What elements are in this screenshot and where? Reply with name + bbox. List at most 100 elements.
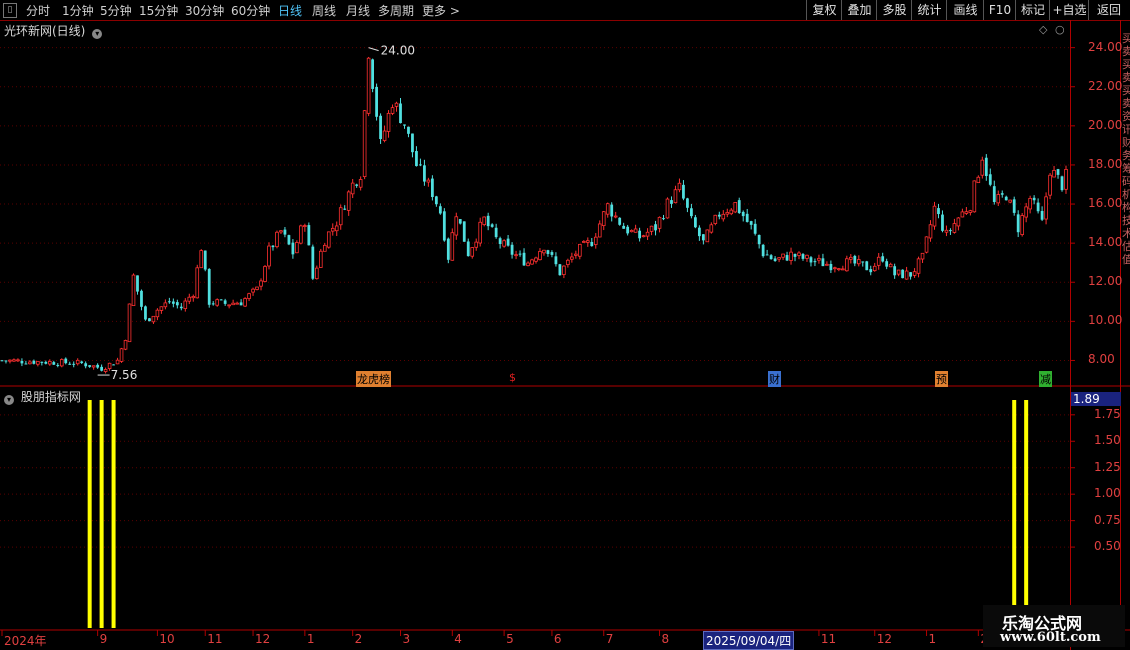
candle-body	[140, 290, 143, 307]
candle-body	[1024, 206, 1028, 218]
candle-body	[75, 359, 80, 365]
indicator-bars	[87, 400, 1029, 628]
candle-body	[861, 261, 865, 263]
candle-body	[578, 243, 582, 257]
candle-body	[28, 361, 32, 365]
candle-body	[538, 250, 542, 261]
candle-body	[148, 318, 151, 322]
event-marker[interactable]: 预	[935, 371, 948, 387]
sidebar-tab-char[interactable]: 值	[1122, 251, 1130, 267]
candle-body	[562, 265, 566, 275]
candle-body	[207, 268, 211, 305]
candle-body	[733, 202, 738, 213]
date-tick-label: 8	[661, 632, 670, 646]
candle-body	[980, 159, 985, 176]
candle-body	[686, 198, 689, 208]
candle-body	[793, 253, 797, 257]
candle-body	[984, 157, 988, 177]
candle-body	[462, 221, 466, 242]
candle-body	[426, 179, 431, 183]
candle-body	[382, 130, 387, 141]
candle-body	[797, 252, 801, 256]
candle-body	[550, 252, 554, 255]
candle-body	[841, 268, 845, 271]
indicator-tick-label: 1.00	[1094, 486, 1121, 501]
candle-body	[112, 364, 115, 366]
candle-body	[450, 232, 455, 261]
candle-body	[534, 257, 538, 262]
candle-body	[287, 235, 291, 245]
candle-body	[586, 240, 590, 243]
candle-body	[530, 259, 534, 265]
candle-body	[1012, 199, 1016, 213]
candle-body	[510, 244, 514, 255]
signal-bar	[87, 400, 92, 628]
indicator-dropdown-icon[interactable]: ▾	[4, 395, 14, 405]
candle-body	[912, 271, 917, 276]
candle-body	[144, 306, 147, 320]
candle-body	[610, 204, 614, 217]
candle-body	[446, 238, 450, 260]
candle-body	[338, 207, 343, 226]
candle-body	[749, 221, 753, 225]
candle-body	[167, 301, 171, 303]
candle-body	[753, 223, 757, 234]
candle-body	[271, 245, 275, 248]
candle-body	[423, 165, 426, 182]
candle-body	[885, 261, 889, 267]
candle-body	[371, 59, 374, 89]
date-tick-label: 7	[605, 632, 614, 646]
candle-body	[833, 267, 837, 270]
candle-body	[394, 102, 399, 107]
candle-body	[729, 209, 734, 215]
candle-body	[705, 229, 710, 243]
event-marker[interactable]: 减	[1039, 371, 1052, 387]
event-marker[interactable]: 财	[768, 371, 781, 387]
price-tick-label: 8.00	[1088, 352, 1115, 367]
watermark-url: www.60lt.com	[1000, 630, 1101, 645]
price-tick-label: 14.00	[1088, 235, 1123, 250]
candle-body	[64, 358, 68, 364]
candle-body	[36, 360, 40, 365]
candle-body	[928, 224, 933, 239]
candle-body	[876, 256, 881, 266]
candle-body	[239, 302, 243, 306]
candle-body	[972, 180, 977, 213]
price-chart[interactable]: 24.00 7.56	[0, 0, 1130, 650]
candle-body	[267, 245, 271, 267]
candle-body	[1040, 211, 1044, 220]
candle-body	[888, 263, 893, 268]
candle-body	[709, 224, 714, 233]
candle-body	[506, 238, 510, 246]
candle-body	[458, 219, 462, 224]
candle-body	[235, 302, 239, 305]
indicator-tick-label: 1.75	[1094, 406, 1121, 421]
candle-body	[434, 196, 438, 205]
candle-body	[622, 225, 626, 229]
candle-body	[1048, 174, 1052, 196]
candle-body	[211, 303, 215, 305]
candle-body	[438, 206, 442, 214]
candle-body	[482, 216, 486, 225]
event-marker[interactable]: 龙虎榜	[356, 371, 391, 387]
candle-body	[24, 363, 28, 365]
date-tick-label: 2	[354, 632, 363, 646]
candle-body	[881, 256, 885, 262]
candle-body	[829, 264, 833, 271]
price-tick-label: 22.00	[1088, 78, 1123, 93]
candle-body	[1008, 199, 1013, 203]
candle-body	[123, 340, 128, 350]
candle-body	[944, 229, 949, 233]
candle-body	[901, 269, 905, 279]
candle-body	[673, 189, 678, 204]
candle-body	[809, 257, 813, 263]
candle-body	[745, 213, 749, 222]
candle-body	[379, 115, 382, 140]
indicator-tick-label: 1.25	[1094, 459, 1121, 474]
candle-body	[442, 211, 446, 241]
event-marker[interactable]: $	[508, 371, 517, 384]
candle-body	[869, 269, 873, 273]
candle-body	[558, 264, 562, 276]
candle-body	[856, 259, 861, 265]
candle-body	[853, 255, 857, 264]
